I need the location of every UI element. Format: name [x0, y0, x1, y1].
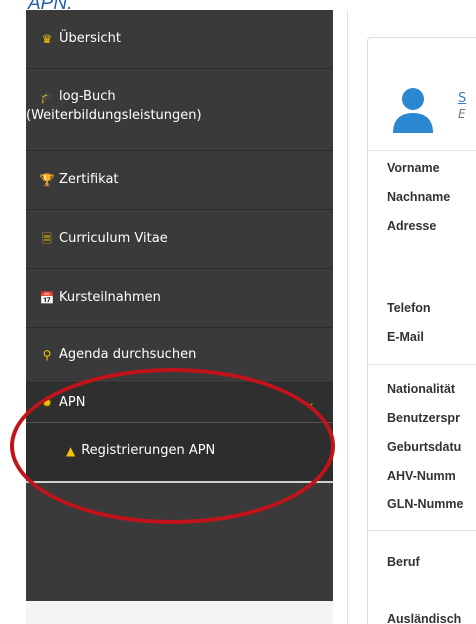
sidebar-item-label: log-Buch [59, 89, 116, 104]
sidebar-footer [26, 601, 333, 624]
avatar-icon [393, 88, 433, 133]
field-label-phone: Telefon [387, 301, 431, 315]
sidebar-item-overview[interactable]: ♛ Übersicht [26, 10, 333, 69]
sidebar-item-label: Kursteilnahmen [59, 290, 161, 305]
content-divider [347, 10, 348, 624]
user-icon: ♛ [41, 32, 53, 46]
profile-subtitle: E [458, 107, 466, 121]
field-label-email: E-Mail [387, 330, 424, 344]
field-label-firstname: Vorname [387, 161, 440, 175]
calendar-icon: 📅 [39, 291, 55, 305]
field-label-foreign: Ausländisch [387, 612, 462, 624]
sidebar-item-cv[interactable]: 🗏 Curriculum Vitae [26, 210, 333, 269]
sidebar-item-label: Zertifikat [59, 172, 119, 187]
sidebar-item-label: Agenda durchsuchen [59, 347, 197, 362]
field-label-gln: GLN-Numme [387, 497, 464, 511]
field-label-lastname: Nachname [387, 190, 451, 204]
field-label-profession: Beruf [387, 555, 420, 569]
field-label-nationality: Nationalität [387, 382, 456, 396]
card-divider [368, 530, 476, 531]
field-label-address: Adresse [387, 219, 437, 233]
sidebar-item-certificate[interactable]: 🏆 Zertifikat [26, 151, 333, 210]
card-divider [368, 364, 476, 365]
sidebar-item-label-2: (Weiterbildungsleistungen) [26, 108, 202, 123]
profile-name-link[interactable]: S [458, 91, 466, 106]
search-icon: ⚲ [42, 348, 52, 362]
sidebar-item-label: Curriculum Vitae [59, 231, 168, 246]
sidebar-item-courses[interactable]: 📅 Kursteilnahmen [26, 269, 333, 328]
highlight-ellipse [10, 368, 335, 524]
graduation-cap-icon: 🎓 [39, 90, 55, 104]
sidebar-item-logbook[interactable]: 🎓 log-Buch (Weiterbildungsleistungen) [26, 69, 333, 151]
trophy-icon: 🏆 [39, 173, 55, 187]
document-icon: 🗏 [42, 232, 52, 246]
field-label-birthdate: Geburtsdatu [387, 440, 462, 454]
sidebar-item-label: Übersicht [59, 31, 121, 46]
card-divider [368, 150, 476, 151]
field-label-ahv: AHV-Numm [387, 469, 456, 483]
field-label-language: Benutzerspr [387, 411, 460, 425]
